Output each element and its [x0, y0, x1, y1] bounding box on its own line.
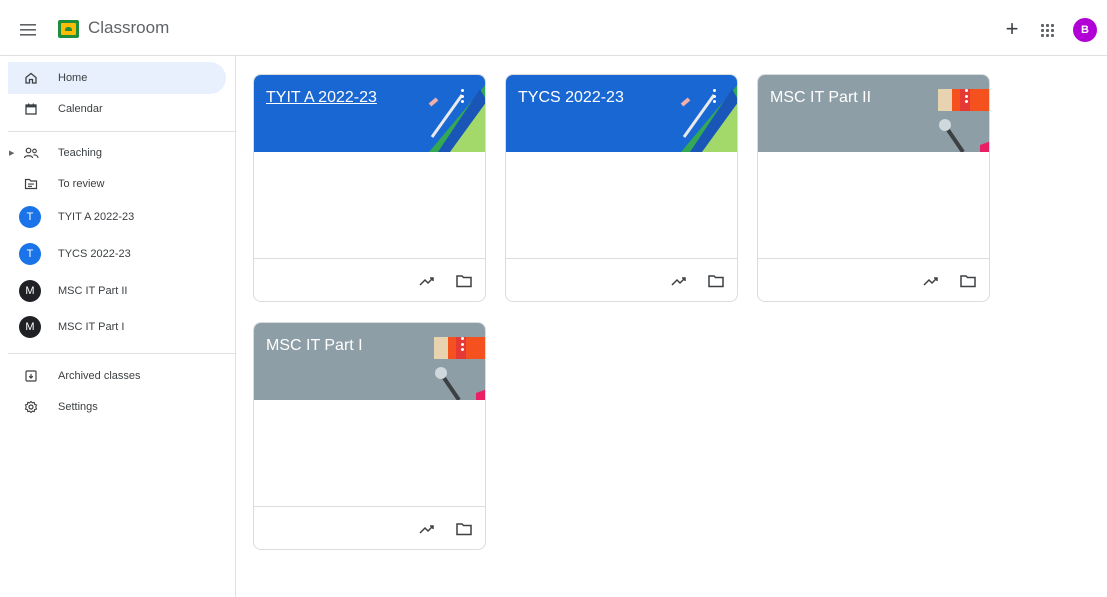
account-avatar[interactable]: B [1073, 18, 1097, 42]
folder-icon[interactable] [706, 271, 726, 291]
sidebar-item-label: Archived classes [58, 370, 141, 382]
card-footer [506, 258, 737, 301]
sidebar-item-class[interactable]: M MSC IT Part I [8, 311, 226, 343]
sidebar-divider [8, 131, 235, 132]
menu-icon[interactable] [16, 18, 40, 42]
sidebar-item-home[interactable]: Home [8, 62, 226, 94]
card-title[interactable]: TYCS 2022-23 [518, 89, 624, 107]
sidebar-item-label: Settings [58, 401, 98, 413]
sidebar-item-label: To review [58, 178, 105, 190]
sidebar-divider [8, 353, 235, 354]
card-header[interactable]: MSC IT Part II [758, 75, 989, 152]
folder-icon[interactable] [958, 271, 978, 291]
archive-icon [22, 367, 40, 385]
sidebar-item-label: Calendar [58, 103, 103, 115]
sidebar-item-settings[interactable]: Settings [8, 391, 226, 423]
people-icon [22, 144, 40, 162]
folder-icon[interactable] [454, 271, 474, 291]
top-app-bar: Classroom + B [0, 0, 1107, 56]
sidebar-item-label: Teaching [58, 147, 103, 159]
sidebar-item-calendar[interactable]: Calendar [8, 93, 226, 125]
class-card[interactable]: MSC IT Part I [253, 322, 486, 550]
class-card[interactable]: TYCS 2022-23 [505, 74, 738, 302]
plus-icon[interactable]: + [1000, 18, 1024, 42]
sidebar-item-class[interactable]: T TYIT A 2022-23 [8, 201, 226, 233]
card-title[interactable]: MSC IT Part II [770, 89, 871, 107]
card-banner-art [938, 89, 989, 152]
class-avatar: M [19, 280, 41, 302]
classroom-logo-icon[interactable] [58, 20, 79, 38]
trending-icon[interactable] [669, 271, 689, 291]
card-header[interactable]: TYIT A 2022-23 [254, 75, 485, 152]
app-title[interactable]: Classroom [88, 18, 169, 38]
sidebar-item-class[interactable]: T TYCS 2022-23 [8, 238, 226, 270]
sidebar-item-label: MSC IT Part I [58, 321, 125, 333]
home-icon [22, 69, 40, 87]
card-title[interactable]: TYIT A 2022-23 [266, 89, 377, 107]
sidebar-item-teaching[interactable]: Teaching [8, 137, 226, 169]
card-banner-art [428, 85, 485, 152]
calendar-icon [22, 100, 40, 118]
card-banner-art [434, 337, 485, 400]
card-footer [758, 258, 989, 301]
trending-icon[interactable] [417, 271, 437, 291]
trending-icon[interactable] [921, 271, 941, 291]
folder-icon[interactable] [454, 519, 474, 539]
trending-icon[interactable] [417, 519, 437, 539]
more-vert-icon[interactable] [965, 89, 969, 103]
class-avatar: T [19, 243, 41, 265]
card-footer [254, 506, 485, 549]
sidebar-item-archived-classes[interactable]: Archived classes [8, 360, 226, 392]
card-title[interactable]: MSC IT Part I [266, 337, 363, 355]
card-header[interactable]: MSC IT Part I [254, 323, 485, 400]
class-card[interactable]: MSC IT Part II [757, 74, 990, 302]
sidebar-item-label: TYCS 2022-23 [58, 248, 131, 260]
card-header[interactable]: TYCS 2022-23 [506, 75, 737, 152]
sidebar-item-label: Home [58, 72, 88, 84]
class-avatar: M [19, 316, 41, 338]
review-icon [22, 175, 40, 193]
more-vert-icon[interactable] [713, 89, 717, 103]
sidebar-item-class[interactable]: M MSC IT Part II [8, 275, 226, 307]
apps-grid-icon[interactable] [1036, 19, 1058, 41]
card-footer [254, 258, 485, 301]
class-avatar: T [19, 206, 41, 228]
class-card[interactable]: TYIT A 2022-23 [253, 74, 486, 302]
sidebar-item-label: MSC IT Part II [58, 285, 128, 297]
sidebar-item-to-review[interactable]: To review [8, 168, 226, 200]
more-vert-icon[interactable] [461, 89, 465, 103]
card-banner-art [680, 85, 737, 152]
sidebar: Home Calendar ▶ Teaching To review T TYI… [8, 56, 236, 597]
more-vert-icon[interactable] [461, 337, 465, 351]
sidebar-item-label: TYIT A 2022-23 [58, 211, 135, 223]
gear-icon [22, 398, 40, 416]
